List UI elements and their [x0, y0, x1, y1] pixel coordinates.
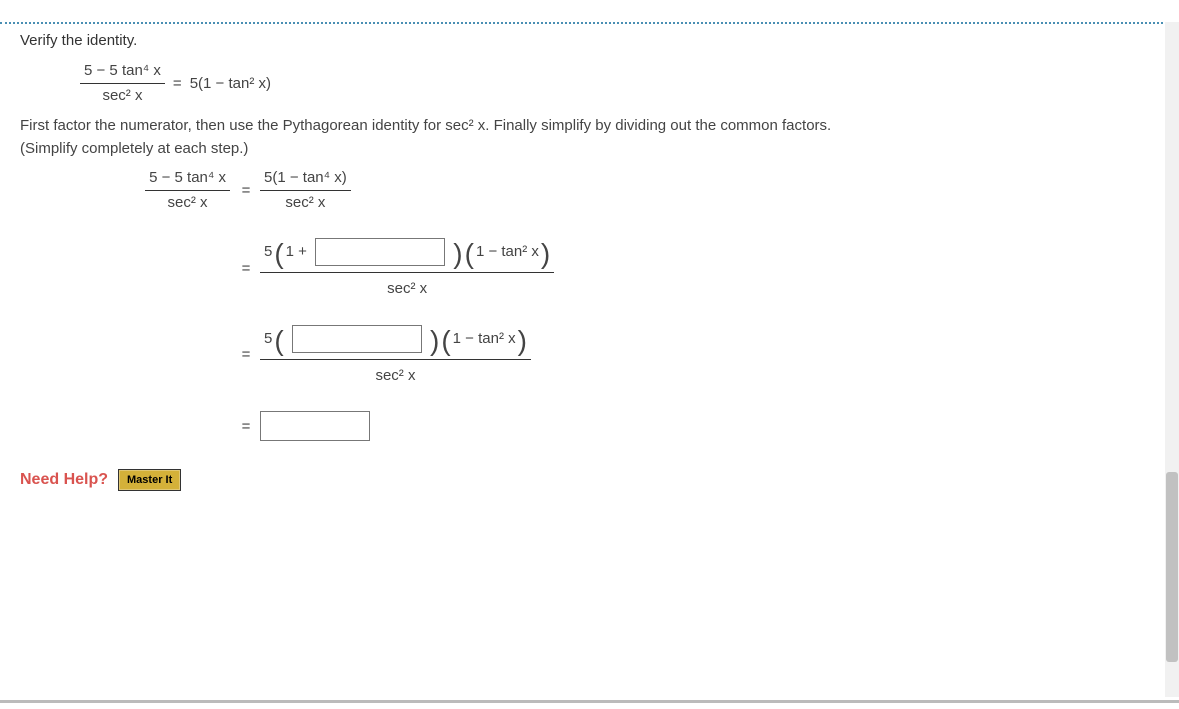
step1-rhs-num: 5(1 − tan⁴ x) — [260, 168, 351, 191]
step2-fraction: 5(1 + )(1 − tan² x) sec² x — [260, 238, 554, 299]
bottom-border — [0, 700, 1179, 703]
step4-eq: = — [240, 418, 260, 435]
step3-pre: 5 — [264, 329, 272, 349]
step4-input[interactable] — [260, 411, 370, 441]
identity-rhs: 5(1 − tan² x) — [190, 75, 271, 92]
step1-eq: = — [240, 182, 260, 199]
step2-tail: 1 − tan² x — [476, 242, 539, 262]
prompt-text: Verify the identity. — [20, 32, 1159, 49]
step-2: = 5(1 + )(1 − tan² x) sec² x — [80, 238, 1159, 299]
step2-input[interactable] — [315, 238, 445, 266]
step1-lhs-den: sec² x — [164, 191, 212, 213]
step1-rhs-fraction: 5(1 − tan⁴ x) sec² x — [260, 168, 351, 212]
step3-fraction: 5( )(1 − tan² x) sec² x — [260, 325, 531, 386]
step-3: = 5( )(1 − tan² x) sec² x — [80, 325, 1159, 386]
step2-pre: 5 — [264, 242, 272, 262]
instructions-line1: First factor the numerator, then use the… — [20, 117, 831, 134]
identity-lhs-fraction: 5 − 5 tan⁴ x sec² x — [80, 61, 165, 105]
step1-lhs-fraction: 5 − 5 tan⁴ x sec² x — [145, 168, 230, 212]
vertical-scrollbar[interactable] — [1165, 22, 1179, 697]
instructions-line2: (Simplify completely at each step.) — [20, 140, 248, 157]
step3-den: sec² x — [371, 360, 419, 386]
identity-lhs-den: sec² x — [98, 84, 146, 106]
identity-eq: = — [173, 75, 182, 92]
step2-eq: = — [240, 260, 260, 277]
steps-block: 5 − 5 tan⁴ x sec² x = 5(1 − tan⁴ x) sec²… — [80, 168, 1159, 441]
instructions: First factor the numerator, then use the… — [20, 115, 1159, 160]
step-4: = — [80, 411, 1159, 441]
step3-eq: = — [240, 346, 260, 363]
help-row: Need Help? Master It — [20, 469, 1159, 491]
identity-equation: 5 − 5 tan⁴ x sec² x = 5(1 − tan² x) — [80, 61, 1159, 105]
step1-lhs-num: 5 − 5 tan⁴ x — [145, 168, 230, 191]
step2-den: sec² x — [383, 273, 431, 299]
question-content: Verify the identity. 5 − 5 tan⁴ x sec² x… — [0, 24, 1179, 511]
need-help-label: Need Help? — [20, 471, 108, 489]
step-1: 5 − 5 tan⁴ x sec² x = 5(1 − tan⁴ x) sec²… — [80, 168, 1159, 212]
step1-rhs-den: sec² x — [281, 191, 329, 213]
identity-lhs-num: 5 − 5 tan⁴ x — [80, 61, 165, 84]
step3-tail: 1 − tan² x — [453, 329, 516, 349]
step3-input[interactable] — [292, 325, 422, 353]
step2-mid: 1 + — [286, 242, 307, 262]
scroll-thumb[interactable] — [1166, 472, 1178, 662]
master-it-button[interactable]: Master It — [118, 469, 181, 491]
